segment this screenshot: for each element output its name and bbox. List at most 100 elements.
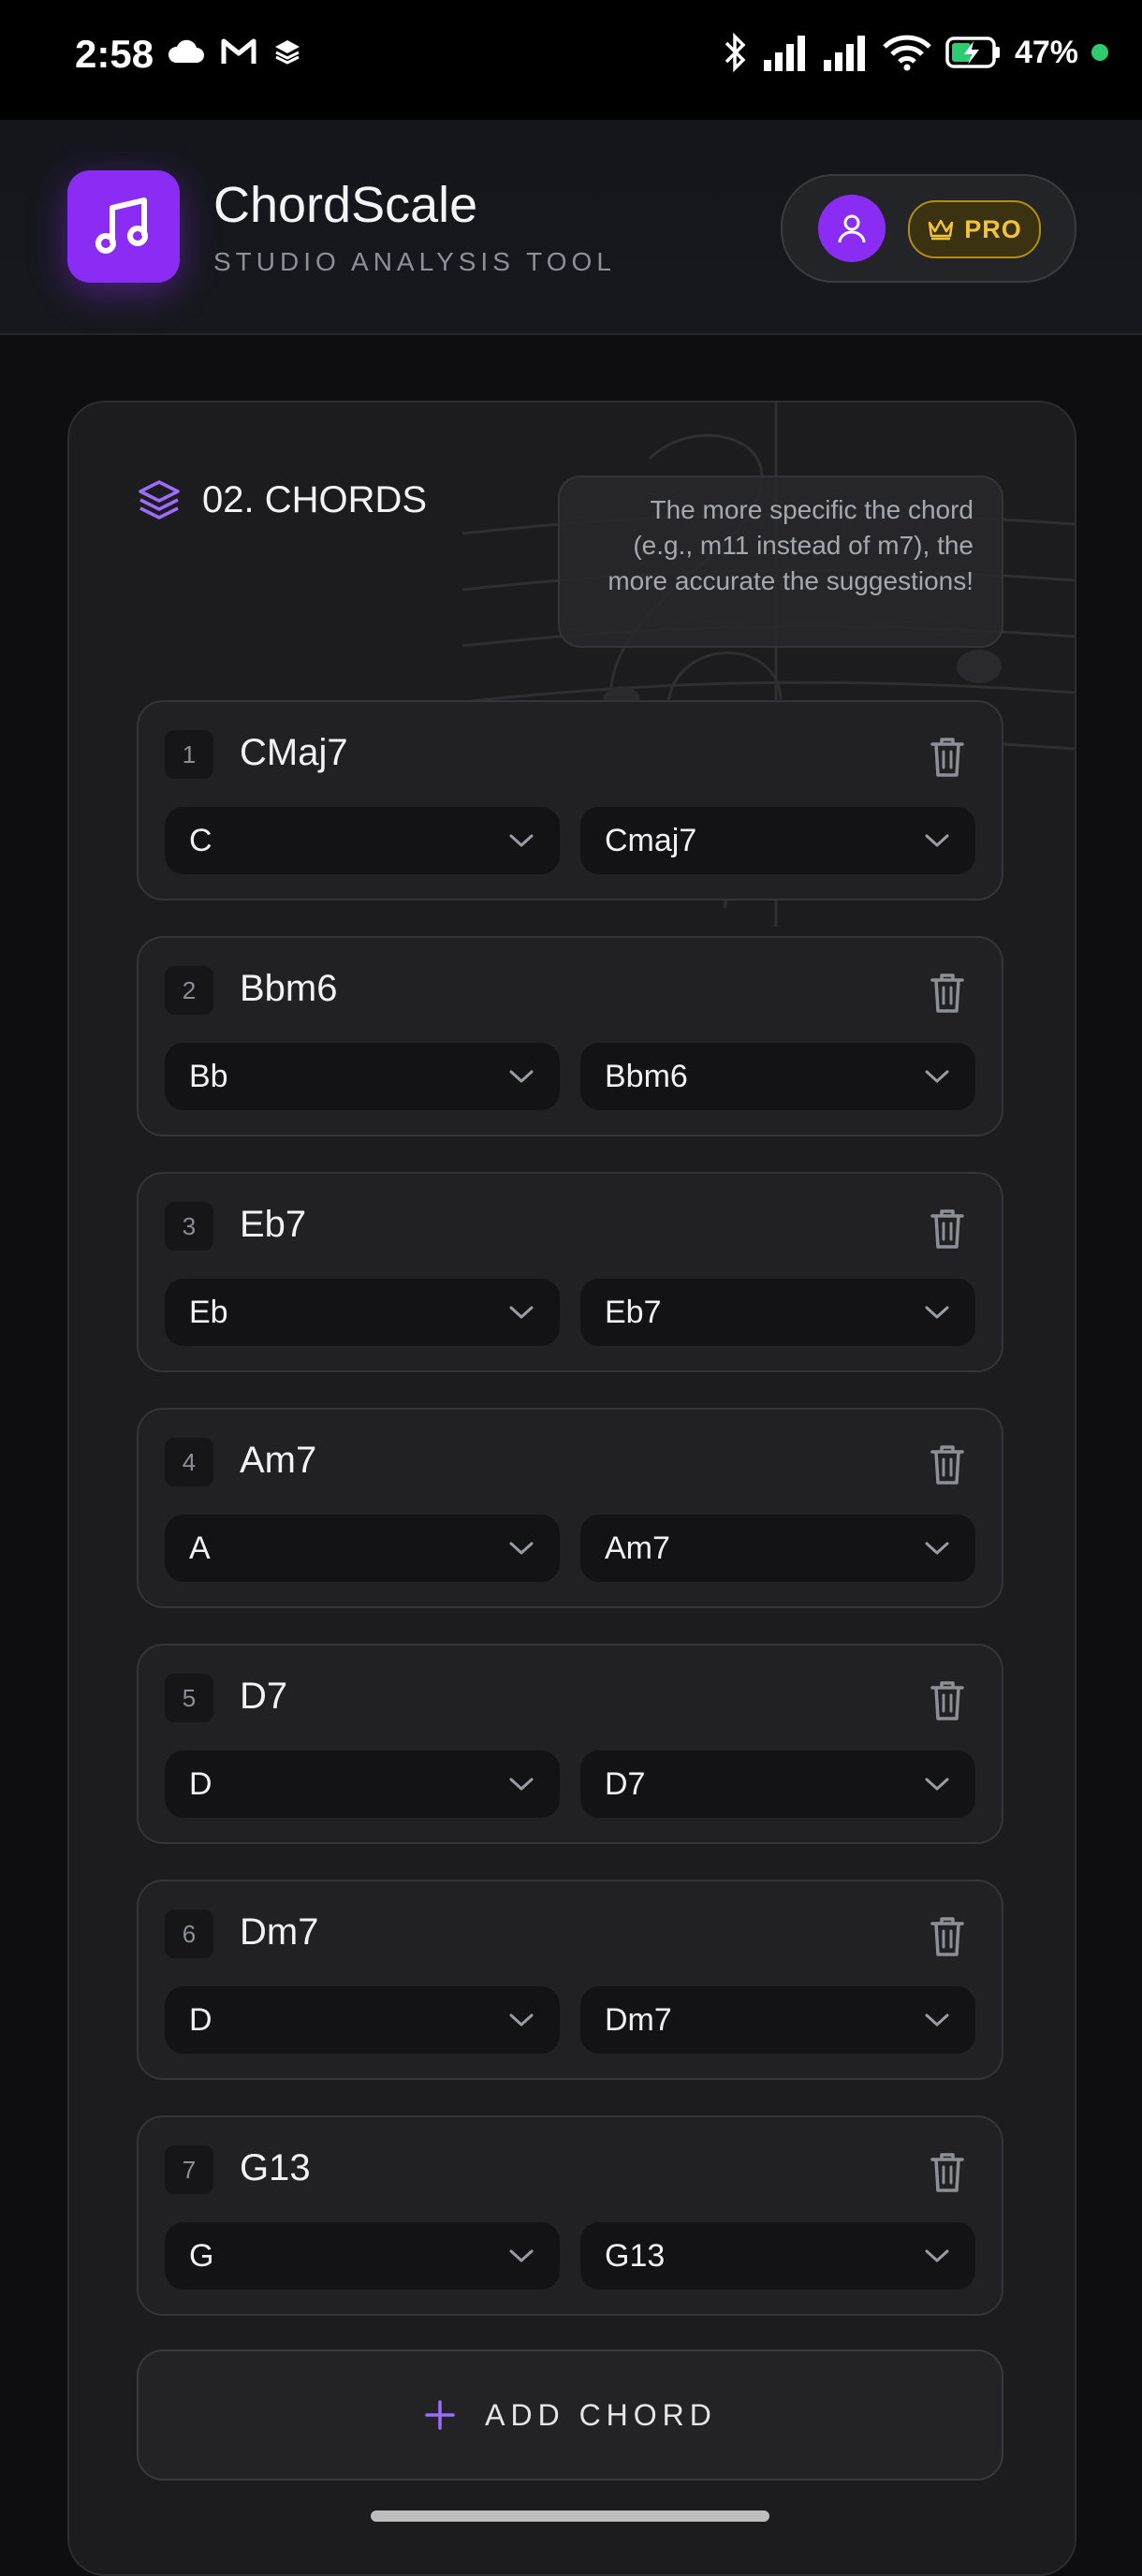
chord-type-value: Eb7 <box>605 1294 662 1330</box>
chord-name: Bbm6 <box>240 968 338 1009</box>
status-bar: 2:58 47% <box>0 0 1142 120</box>
root-note-value: G <box>189 2237 214 2274</box>
music-note-icon <box>95 198 148 254</box>
add-chord-label: ADD CHORD <box>485 2397 717 2432</box>
layers-notification-icon <box>275 40 300 65</box>
root-note-value: C <box>189 822 212 858</box>
layers-icon <box>139 480 180 520</box>
chevron-down-icon <box>509 834 534 847</box>
chord-name: Am7 <box>240 1440 317 1481</box>
chevron-down-icon <box>509 1542 534 1555</box>
chord-name: Dm7 <box>240 1911 319 1953</box>
home-indicator[interactable] <box>371 2510 769 2522</box>
root-note-select[interactable]: D <box>165 1750 560 1818</box>
privacy-indicator-dot <box>1091 44 1108 61</box>
chord-name: CMaj7 <box>240 732 348 773</box>
chord-item: 2 Bbm6 Bb Bbm6 <box>137 936 1003 1136</box>
chord-type-value: D7 <box>605 1765 646 1802</box>
delete-chord-icon[interactable] <box>927 1206 968 1251</box>
chord-index: 2 <box>165 966 213 1015</box>
root-note-value: Eb <box>189 1294 228 1330</box>
profile-button[interactable] <box>818 195 886 262</box>
chevron-down-icon <box>925 834 949 847</box>
chord-item: 6 Dm7 D Dm7 <box>137 1880 1003 2080</box>
wifi-icon <box>883 35 931 71</box>
pro-badge[interactable]: PRO <box>908 200 1041 258</box>
chord-name: Eb7 <box>240 1204 307 1245</box>
chord-index: 7 <box>165 2145 213 2194</box>
section-title: 02. CHORDS <box>202 478 428 520</box>
plus-icon <box>425 2400 455 2430</box>
chord-item: 4 Am7 A Am7 <box>137 1408 1003 1608</box>
chevron-down-icon <box>925 1778 949 1791</box>
delete-chord-icon[interactable] <box>927 970 968 1015</box>
chevron-down-icon <box>925 1070 949 1083</box>
chord-item: 5 D7 D D7 <box>137 1644 1003 1844</box>
chord-type-value: G13 <box>605 2237 666 2274</box>
root-note-select[interactable]: G <box>165 2222 560 2290</box>
chord-type-select[interactable]: Bbm6 <box>580 1043 975 1110</box>
chevron-down-icon <box>925 1542 949 1555</box>
root-note-value: Bb <box>189 1058 228 1094</box>
chord-name: G13 <box>240 2147 311 2188</box>
battery-percent: 47% <box>1014 34 1078 70</box>
root-note-value: D <box>189 2001 212 2038</box>
add-chord-button[interactable]: ADD CHORD <box>137 2349 1003 2481</box>
root-note-select[interactable]: Bb <box>165 1043 560 1110</box>
chord-hint: The more specific the chord (e.g., m11 i… <box>558 476 1003 648</box>
chord-index: 6 <box>165 1910 213 1958</box>
delete-chord-icon[interactable] <box>927 2149 968 2194</box>
chord-type-select[interactable]: Am7 <box>580 1515 975 1582</box>
cloud-icon <box>168 39 204 63</box>
chord-type-select[interactable]: Eb7 <box>580 1279 975 1346</box>
root-note-select[interactable]: A <box>165 1515 560 1582</box>
signal-icon-2 <box>823 36 865 71</box>
status-left-icons <box>167 37 301 66</box>
root-note-select[interactable]: D <box>165 1986 560 2054</box>
root-note-value: D <box>189 1765 212 1802</box>
battery-charging-icon <box>945 37 1000 68</box>
user-icon <box>838 214 866 243</box>
chord-type-select[interactable]: G13 <box>580 2222 975 2290</box>
chord-type-value: Am7 <box>605 1530 670 1566</box>
chord-type-value: Cmaj7 <box>605 822 697 858</box>
chord-item: 1 CMaj7 C Cmaj7 <box>137 700 1003 900</box>
root-note-select[interactable]: C <box>165 807 560 874</box>
app-logo <box>67 170 180 283</box>
gmail-icon <box>221 38 256 64</box>
chevron-down-icon <box>925 2013 949 2027</box>
chord-item: 7 G13 G G13 <box>137 2115 1003 2316</box>
app-subtitle: STUDIO ANALYSIS TOOL <box>213 247 616 276</box>
chord-type-value: Dm7 <box>605 2001 672 2038</box>
delete-chord-icon[interactable] <box>927 1677 968 1722</box>
delete-chord-icon[interactable] <box>927 1442 968 1486</box>
chord-name: D7 <box>240 1676 288 1717</box>
chevron-down-icon <box>509 2249 534 2262</box>
crown-icon <box>928 219 954 241</box>
root-note-select[interactable]: Eb <box>165 1279 560 1346</box>
chevron-down-icon <box>509 2013 534 2027</box>
status-right-icons: 47% <box>721 32 1108 73</box>
chord-index: 4 <box>165 1438 213 1486</box>
delete-chord-icon[interactable] <box>927 734 968 779</box>
chevron-down-icon <box>509 1778 534 1791</box>
delete-chord-icon[interactable] <box>927 1913 968 1958</box>
chord-type-select[interactable]: D7 <box>580 1750 975 1818</box>
chord-index: 3 <box>165 1202 213 1251</box>
chord-type-select[interactable]: Dm7 <box>580 1986 975 2054</box>
chords-panel: 02. CHORDS The more specific the chord (… <box>67 401 1076 2576</box>
chord-item: 3 Eb7 Eb Eb7 <box>137 1172 1003 1372</box>
section-header: 02. CHORDS <box>137 477 427 522</box>
chord-type-select[interactable]: Cmaj7 <box>580 807 975 874</box>
signal-icon <box>763 36 805 71</box>
status-time: 2:58 <box>75 32 154 76</box>
bluetooth-icon <box>725 32 746 73</box>
chevron-down-icon <box>925 1306 949 1319</box>
chord-index: 1 <box>165 730 213 779</box>
chevron-down-icon <box>509 1306 534 1319</box>
chord-index: 5 <box>165 1674 213 1722</box>
root-note-value: A <box>189 1530 211 1566</box>
account-pill[interactable]: PRO <box>781 174 1076 283</box>
pro-label: PRO <box>964 214 1022 243</box>
chord-type-value: Bbm6 <box>605 1058 688 1094</box>
